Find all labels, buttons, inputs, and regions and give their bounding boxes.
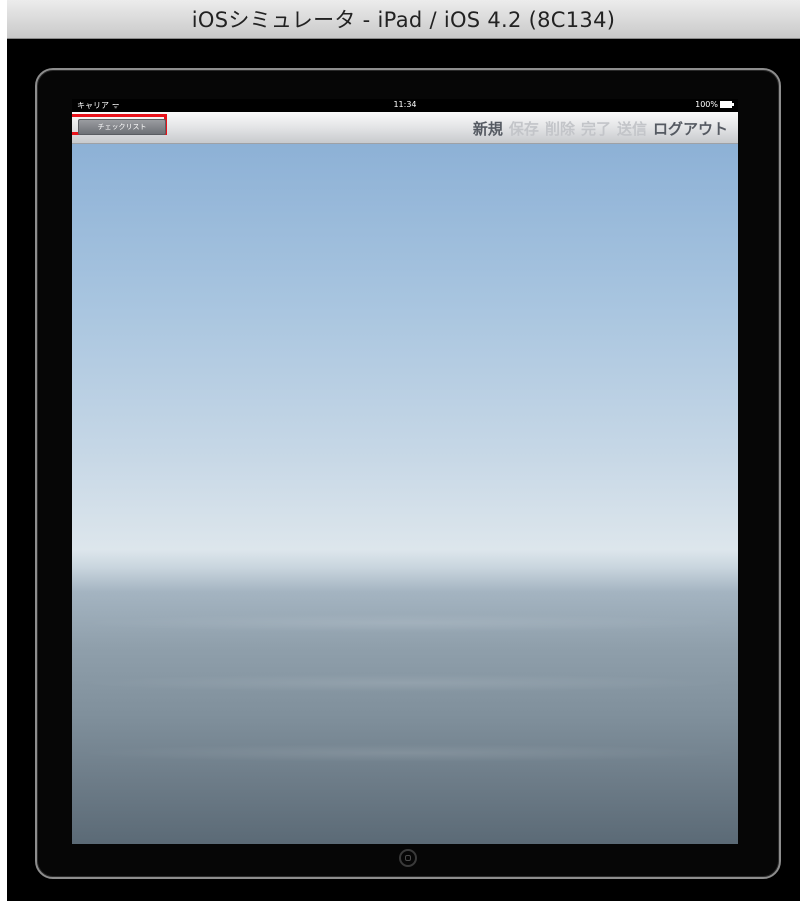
status-bar: キャリア ᯤ 11:34 100% [72,99,738,112]
send-button[interactable]: 送信 [617,118,647,139]
water-ripple [72,744,738,762]
status-time: 11:34 [393,100,417,109]
water-ripple [72,614,738,632]
window-titlebar: iOSシミュレータ - iPad / iOS 4.2 (8C134) [7,0,800,39]
battery-indicator: 100% [695,100,734,109]
battery-icon [720,101,734,108]
ipad-screen: キャリア ᯤ 11:34 100% チェックリスト 新規 保存 削除 完了 送信… [72,99,738,844]
delete-button[interactable]: 削除 [545,118,575,139]
new-button[interactable]: 新規 [473,118,503,139]
water-ripple [72,674,738,692]
checklist-button[interactable]: チェックリスト [78,119,166,135]
ocean-wallpaper [72,144,738,844]
complete-button[interactable]: 完了 [581,118,611,139]
navigation-bar: チェックリスト 新規 保存 削除 完了 送信 ログアウト [72,112,738,144]
window-title: iOSシミュレータ - iPad / iOS 4.2 (8C134) [191,8,616,32]
nav-actions: 新規 保存 削除 完了 送信 ログアウト [473,118,728,139]
battery-percent: 100% [695,100,718,109]
save-button[interactable]: 保存 [509,118,539,139]
home-button[interactable] [399,849,417,867]
logout-button[interactable]: ログアウト [653,118,728,139]
